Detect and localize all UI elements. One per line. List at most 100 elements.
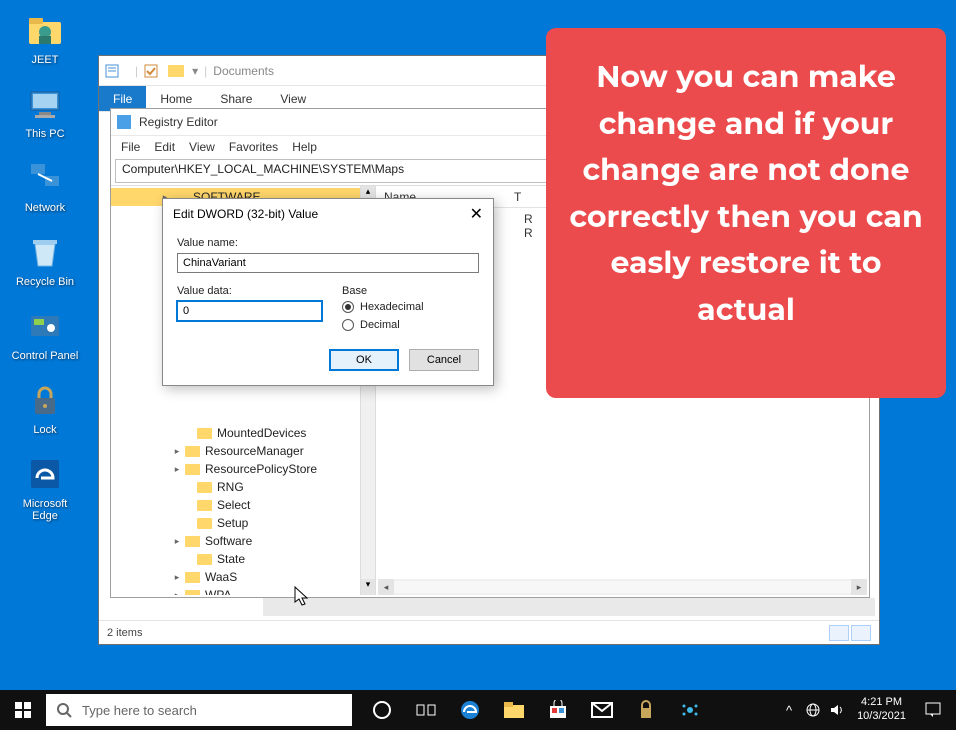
values-hscrollbar[interactable]: ◂ ▸ — [378, 579, 867, 595]
recycle-bin-icon — [25, 232, 65, 272]
edit-dword-dialog: Edit DWORD (32-bit) Value ✕ Value name: … — [162, 198, 494, 386]
mail-icon[interactable] — [580, 690, 624, 730]
tree-item[interactable]: Select — [111, 496, 375, 514]
view-details-icon[interactable] — [829, 625, 849, 641]
taskbar-clock[interactable]: 4:21 PM 10/3/2021 — [849, 696, 914, 724]
regedit-app-icon — [117, 115, 131, 129]
view-large-icon[interactable] — [851, 625, 871, 641]
tree-item-label: Software — [205, 534, 252, 548]
menu-edit[interactable]: Edit — [154, 140, 175, 154]
dialog-titlebar[interactable]: Edit DWORD (32-bit) Value ✕ — [163, 199, 493, 229]
radio-dec[interactable]: Decimal — [342, 319, 479, 331]
tree-item-label: WaaS — [205, 570, 237, 584]
value-data-label: Value data: — [177, 285, 322, 297]
desktop-icon-edge[interactable]: Microsoft Edge — [0, 454, 90, 522]
regedit-title: Registry Editor — [139, 115, 218, 129]
folder-icon — [197, 518, 212, 529]
base-label: Base — [342, 285, 479, 297]
desktop-icon-label: Recycle Bin — [16, 276, 74, 288]
store-icon[interactable] — [536, 690, 580, 730]
radio-hex-label: Hexadecimal — [360, 301, 424, 313]
start-button[interactable] — [0, 690, 46, 730]
file-explorer-taskbar-icon[interactable] — [492, 690, 536, 730]
ok-button[interactable]: OK — [329, 349, 399, 371]
scroll-left-icon[interactable]: ◂ — [378, 579, 394, 595]
folder-icon — [168, 65, 184, 77]
desktop-icon-control-panel[interactable]: Control Panel — [0, 306, 90, 362]
volume-icon[interactable] — [825, 702, 849, 718]
value-name-input[interactable] — [177, 253, 479, 273]
cancel-button[interactable]: Cancel — [409, 349, 479, 371]
tree-item[interactable]: Setup — [111, 514, 375, 532]
network-tray-icon[interactable] — [801, 702, 825, 718]
desktop-icon-label: Lock — [33, 424, 56, 436]
radio-hex[interactable]: Hexadecimal — [342, 301, 479, 313]
tree-item-label: ResourceManager — [205, 444, 304, 458]
edge-taskbar-icon[interactable] — [448, 690, 492, 730]
folder-icon — [185, 464, 200, 475]
folder-icon — [197, 428, 212, 439]
action-center-icon[interactable] — [914, 701, 952, 719]
computer-icon — [25, 84, 65, 124]
app-icon[interactable] — [668, 690, 712, 730]
tree-item[interactable]: MountedDevices — [111, 424, 375, 442]
clock-time: 4:21 PM — [857, 696, 906, 710]
tree-item[interactable]: ▸ WaaS — [111, 568, 375, 586]
explorer-horiz-scrollbar[interactable] — [263, 598, 875, 616]
tree-twisty-icon[interactable]: ▸ — [171, 590, 183, 596]
checkbox-icon[interactable] — [144, 64, 158, 78]
menu-view[interactable]: View — [189, 140, 215, 154]
tree-item[interactable]: ▸ Software — [111, 532, 375, 550]
separator: | — [135, 64, 138, 78]
scroll-right-icon[interactable]: ▸ — [851, 579, 867, 595]
radio-icon[interactable] — [342, 319, 354, 331]
menu-file[interactable]: File — [121, 140, 140, 154]
search-placeholder: Type here to search — [82, 703, 197, 718]
view-toggles — [829, 625, 871, 641]
user-folder-icon — [25, 10, 65, 50]
status-item-count: 2 items — [107, 627, 142, 639]
tray-chevron-icon[interactable]: ^ — [777, 703, 801, 718]
tree-item[interactable]: ▸ ResourceManager — [111, 442, 375, 460]
network-icon — [25, 158, 65, 198]
radio-icon[interactable] — [342, 301, 354, 313]
tree-item[interactable]: State — [111, 550, 375, 568]
desktop-icon-recycle-bin[interactable]: Recycle Bin — [0, 232, 90, 288]
tree-twisty-icon[interactable]: ▸ — [171, 464, 183, 475]
explorer-title: Documents — [213, 64, 274, 78]
menu-favorites[interactable]: Favorites — [229, 140, 278, 154]
folder-icon — [185, 446, 200, 457]
close-icon[interactable]: ✕ — [470, 204, 483, 224]
tree-item[interactable]: RNG — [111, 478, 375, 496]
tree-item[interactable]: ▸WPA — [111, 586, 375, 595]
desktop-icon-label: Network — [25, 202, 65, 214]
tree-item[interactable]: ▸ResourcePolicyStore — [111, 460, 375, 478]
tree-twisty-icon[interactable]: ▸ — [171, 446, 183, 457]
desktop-icon-jeet[interactable]: JEET — [0, 10, 90, 66]
security-icon[interactable] — [624, 690, 668, 730]
tree-item-label: RNG — [217, 480, 244, 494]
properties-icon[interactable] — [105, 64, 119, 78]
folder-icon — [185, 590, 200, 596]
desktop-icon-this-pc[interactable]: This PC — [0, 84, 90, 140]
tree-twisty-icon[interactable]: ▸ — [171, 572, 183, 583]
desktop-icon-network[interactable]: Network — [0, 158, 90, 214]
cursor-icon — [294, 586, 312, 608]
control-panel-icon — [25, 306, 65, 346]
radio-dec-label: Decimal — [360, 319, 400, 331]
tree-twisty-icon[interactable]: ▸ — [171, 536, 183, 547]
cortana-icon[interactable] — [360, 690, 404, 730]
lock-icon — [25, 380, 65, 420]
edge-icon — [25, 454, 65, 494]
chevron-down-icon[interactable]: ▾ — [192, 64, 198, 78]
menu-help[interactable]: Help — [292, 140, 317, 154]
taskbar-search[interactable]: Type here to search — [46, 694, 352, 726]
desktop-icon-lock[interactable]: Lock — [0, 380, 90, 436]
value-data-input[interactable] — [177, 301, 322, 321]
clock-date: 10/3/2021 — [857, 710, 906, 724]
folder-icon — [197, 482, 212, 493]
separator: | — [204, 64, 207, 78]
value-name-label: Value name: — [177, 237, 479, 249]
task-view-icon[interactable] — [404, 690, 448, 730]
tree-item-label: State — [217, 552, 245, 566]
